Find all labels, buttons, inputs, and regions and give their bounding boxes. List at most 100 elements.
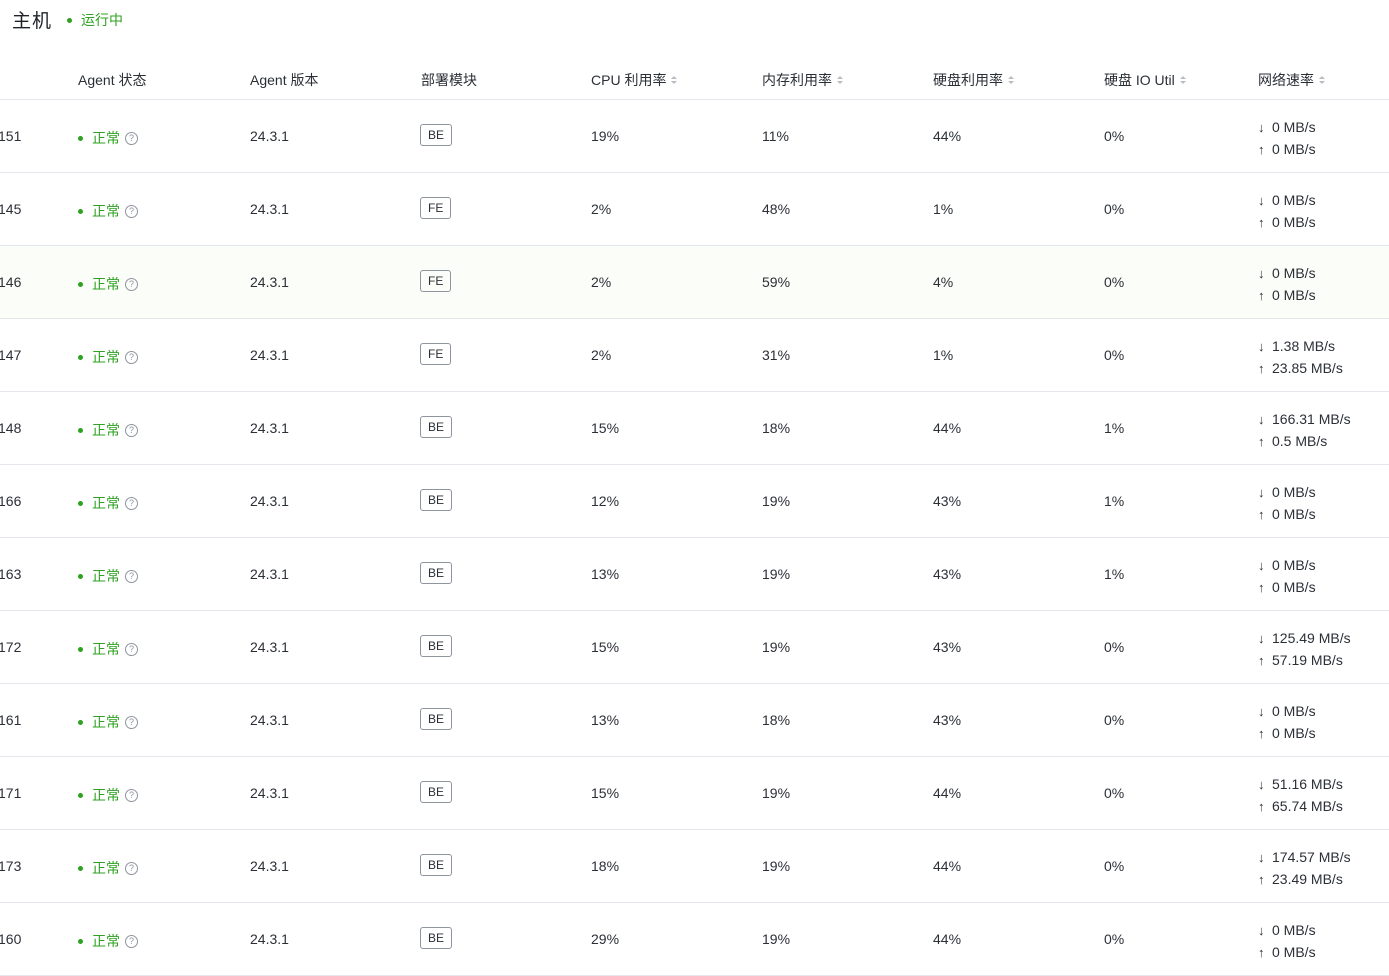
module-badge: BE (420, 562, 453, 584)
question-circle-icon[interactable]: ? (125, 715, 138, 729)
disk-cell: 44% (933, 128, 962, 144)
io-cell: 0% (1104, 128, 1125, 144)
question-circle-icon[interactable]: ? (125, 642, 138, 656)
table-row[interactable]: 146 正常 ? 24.3.1 FE 2% 59% 4% 0% ↓ 0 MB/s… (0, 246, 1389, 319)
mem-cell: 19% (762, 858, 791, 874)
table-row[interactable]: 145 正常 ? 24.3.1 FE 2% 48% 1% 0% ↓ 0 MB/s… (0, 173, 1389, 246)
agent-status-label: 正常 (92, 714, 120, 730)
net-down: ↓ 0 MB/s (1258, 262, 1316, 284)
question-circle-icon[interactable]: ? (125, 131, 138, 145)
question-circle-icon[interactable]: ? (125, 423, 138, 437)
table-row[interactable]: 166 正常 ? 24.3.1 BE 12% 19% 43% 1% ↓ 0 MB… (0, 465, 1389, 538)
net-down-value: 1.38 MB/s (1272, 338, 1336, 354)
disk-cell: 44% (933, 785, 962, 801)
module-badge: BE (420, 708, 453, 730)
table-row[interactable]: 160 正常 ? 24.3.1 BE 29% 19% 44% 0% ↓ 0 MB… (0, 903, 1389, 976)
question-circle-icon[interactable]: ? (125, 569, 138, 583)
disk-cell: 1% (933, 347, 954, 363)
module-badge: BE (420, 927, 453, 949)
table-row[interactable]: 151 正常 ? 24.3.1 BE 19% 11% 44% 0% ↓ 0 MB… (0, 100, 1389, 173)
table-row[interactable]: 163 正常 ? 24.3.1 BE 13% 19% 43% 1% ↓ 0 MB… (0, 538, 1389, 611)
net-up-value: 0 MB/s (1272, 287, 1316, 303)
col-mem[interactable]: 内存利用率 (762, 70, 843, 90)
table-row[interactable]: 161 正常 ? 24.3.1 BE 13% 18% 43% 0% ↓ 0 MB… (0, 684, 1389, 757)
arrow-up-icon: ↑ (1258, 433, 1265, 449)
cpu-cell: 2% (591, 347, 612, 363)
net-down: ↓ 0 MB/s (1258, 554, 1316, 576)
agent-status-label: 正常 (92, 495, 120, 511)
table-row[interactable]: 171 正常 ? 24.3.1 BE 15% 19% 44% 0% ↓ 51.1… (0, 757, 1389, 830)
sort-icon[interactable] (837, 76, 843, 84)
arrow-up-icon: ↑ (1258, 652, 1265, 668)
agent-status-cell: 正常 ? (78, 274, 138, 294)
io-cell: 0% (1104, 274, 1125, 290)
sort-icon[interactable] (1008, 76, 1014, 84)
arrow-up-icon: ↑ (1258, 287, 1265, 303)
agent-version-cell: 24.3.1 (250, 858, 289, 874)
net-down-value: 0 MB/s (1272, 119, 1316, 135)
agent-status-cell: 正常 ? (78, 347, 138, 367)
arrow-up-icon: ↑ (1258, 506, 1265, 522)
status-dot (78, 573, 83, 579)
agent-status-cell: 正常 ? (78, 712, 138, 732)
mem-cell: 18% (762, 712, 791, 728)
sort-icon[interactable] (671, 76, 678, 84)
net-up-value: 23.85 MB/s (1272, 360, 1343, 376)
table-row[interactable]: 148 正常 ? 24.3.1 BE 15% 18% 44% 1% ↓ 166.… (0, 392, 1389, 465)
net-cell: ↓ 0 MB/s ↑ 0 MB/s (1258, 262, 1316, 306)
question-circle-icon[interactable]: ? (125, 277, 138, 291)
question-circle-icon[interactable]: ? (125, 934, 138, 948)
sort-icon[interactable] (1319, 76, 1325, 84)
status-dot (78, 354, 83, 360)
cpu-cell: 19% (591, 128, 620, 144)
host-cell: 145 (0, 201, 22, 217)
net-down-value: 0 MB/s (1272, 265, 1316, 281)
agent-version-cell: 24.3.1 (250, 201, 289, 217)
module-badge: FE (420, 197, 452, 219)
question-circle-icon[interactable]: ? (125, 496, 138, 510)
page-header: 主机 运行中 (0, 0, 1389, 36)
disk-cell: 43% (933, 639, 962, 655)
col-cpu[interactable]: CPU 利用率 (591, 70, 678, 90)
agent-status-cell: 正常 ? (78, 201, 138, 221)
cluster-status-label: 运行中 (81, 12, 123, 28)
col-disk[interactable]: 硬盘利用率 (933, 70, 1014, 90)
col-module: 部署模块 (421, 72, 477, 88)
arrow-up-icon: ↑ (1258, 360, 1265, 376)
sort-icon[interactable] (1179, 76, 1186, 84)
question-circle-icon[interactable]: ? (125, 204, 138, 218)
table-row[interactable]: 172 正常 ? 24.3.1 BE 15% 19% 43% 0% ↓ 125.… (0, 611, 1389, 684)
question-circle-icon[interactable]: ? (125, 861, 138, 875)
cpu-cell: 13% (591, 712, 620, 728)
module-badge: BE (420, 635, 453, 657)
mem-cell: 19% (762, 931, 791, 947)
agent-version-cell: 24.3.1 (250, 493, 289, 509)
net-up-value: 0 MB/s (1272, 944, 1316, 960)
mem-cell: 19% (762, 785, 791, 801)
arrow-up-icon: ↑ (1258, 798, 1265, 814)
question-circle-icon[interactable]: ? (125, 788, 138, 802)
col-io[interactable]: 硬盘 IO Util (1104, 70, 1186, 90)
host-cell: 166 (0, 493, 22, 509)
table-row[interactable]: 173 正常 ? 24.3.1 BE 18% 19% 44% 0% ↓ 174.… (0, 830, 1389, 903)
status-dot (78, 719, 83, 725)
arrow-down-icon: ↓ (1258, 484, 1265, 500)
col-net[interactable]: 网络速率 (1258, 70, 1325, 90)
arrow-down-icon: ↓ (1258, 411, 1265, 427)
host-cell: 163 (0, 566, 22, 582)
io-cell: 0% (1104, 639, 1125, 655)
net-cell: ↓ 125.49 MB/s ↑ 57.19 MB/s (1258, 627, 1351, 671)
arrow-down-icon: ↓ (1258, 703, 1265, 719)
net-down: ↓ 51.16 MB/s (1258, 773, 1343, 795)
net-up: ↑ 57.19 MB/s (1258, 649, 1351, 671)
mem-cell: 31% (762, 347, 791, 363)
io-cell: 0% (1104, 931, 1125, 947)
agent-status-label: 正常 (92, 203, 120, 219)
question-circle-icon[interactable]: ? (125, 350, 138, 364)
table-row[interactable]: 147 正常 ? 24.3.1 FE 2% 31% 1% 0% ↓ 1.38 M… (0, 319, 1389, 392)
agent-status-label: 正常 (92, 860, 120, 876)
arrow-down-icon: ↓ (1258, 557, 1265, 573)
io-cell: 1% (1104, 566, 1125, 582)
net-down-value: 166.31 MB/s (1272, 411, 1351, 427)
net-down-value: 0 MB/s (1272, 703, 1316, 719)
